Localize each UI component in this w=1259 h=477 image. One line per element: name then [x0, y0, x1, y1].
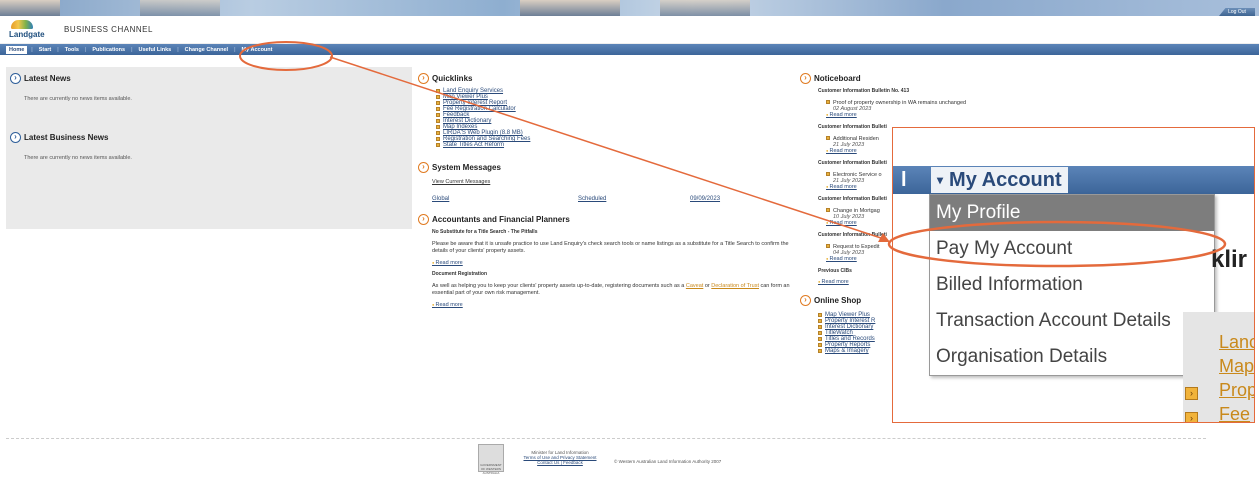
copyright: © Western Australian Land Information Au…	[614, 459, 722, 464]
annotation-ellipse	[887, 220, 1227, 268]
contact-link[interactable]: Contact Us | Feedback	[537, 460, 583, 465]
footer-links: Minister for Land Information Terms of U…	[523, 450, 597, 465]
wa-crest-icon: GOVERNMENT OF WESTERN AUSTRALIA	[478, 444, 504, 475]
annotation-arrow	[329, 56, 885, 240]
annotation-overlay	[239, 41, 1227, 268]
annotation-ellipse	[239, 41, 333, 71]
